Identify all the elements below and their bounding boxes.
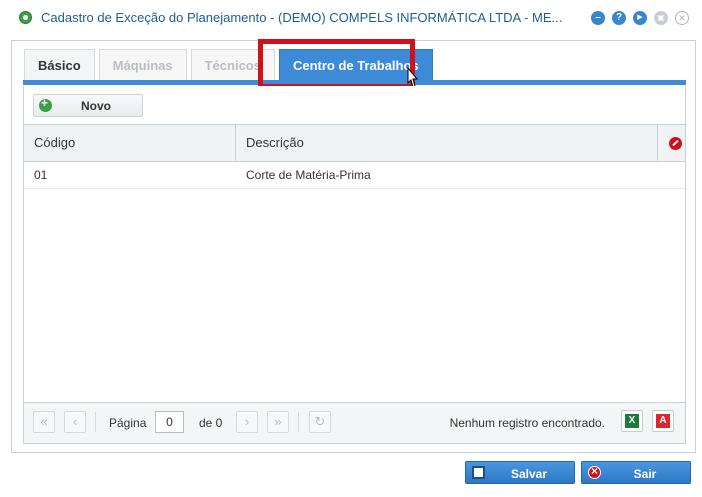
new-button[interactable]: Novo [33,94,143,117]
tab-tecnicos: Técnicos [190,49,275,81]
column-header-codigo[interactable]: Código [34,125,75,161]
pagination-bar: « ‹ Página 0 de 0 › » ↻ Nenhum registro … [24,402,685,443]
help-icon[interactable]: ? [612,11,626,25]
save-button[interactable]: Salvar [465,461,575,484]
tab-maquinas: Máquinas [98,49,187,81]
tab-bar: Básico Máquinas Técnicos Centro de Traba… [24,49,437,83]
export-pdf-button[interactable]: A [652,410,674,432]
page-total-label: de 0 [199,416,223,430]
exit-button[interactable]: Sair [581,461,691,484]
excel-icon: X [625,414,639,428]
column-divider [657,125,658,161]
page-number-input[interactable]: 0 [155,411,184,433]
grid-header: Código Descrição [24,124,685,162]
new-button-label: Novo [81,98,111,113]
print-icon[interactable]: ▣ [654,11,668,25]
next-page-icon[interactable]: › [236,411,258,433]
column-divider [235,125,236,161]
title-bar: Cadastro de Exceção do Planejamento - (D… [0,0,702,36]
column-header-descricao[interactable]: Descrição [246,125,304,161]
refresh-icon[interactable]: ↻ [309,411,331,433]
previous-page-icon[interactable]: ‹ [64,411,86,433]
pdf-icon: A [656,414,670,428]
app-icon [19,11,32,24]
delete-icon[interactable] [669,137,682,150]
pager-divider [298,412,299,432]
cell-descricao: Corte de Matéria-Prima [246,168,371,182]
exit-button-label: Sair [633,467,657,481]
pager-divider [95,412,96,432]
cell-codigo: 01 [34,168,48,182]
close-icon[interactable]: ✕ [675,11,689,25]
collapse-icon[interactable]: – [591,11,605,25]
grid-toolbar: Novo [24,86,685,124]
export-excel-button[interactable]: X [621,410,643,432]
save-button-label: Salvar [510,467,548,481]
dialog-window: Cadastro de Exceção do Planejamento - (D… [0,0,702,497]
next-icon[interactable]: ▶ [633,11,647,25]
grid-container: Novo Código Descrição 01 Corte de Matéri… [23,86,686,444]
record-status: Nenhum registro encontrado. [449,416,605,430]
window-title: Cadastro de Exceção do Planejamento - (D… [41,10,563,25]
add-icon [39,96,52,112]
last-page-icon[interactable]: » [267,411,289,433]
tab-basico[interactable]: Básico [24,49,95,81]
table-row[interactable]: 01 Corte de Matéria-Prima [24,162,685,189]
tab-underline [23,80,686,85]
page-label: Página [109,416,147,430]
first-page-icon[interactable]: « [33,411,55,433]
